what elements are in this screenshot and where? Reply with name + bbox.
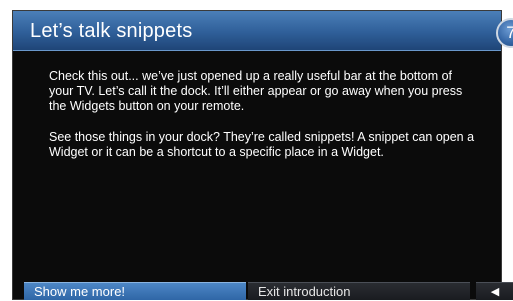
dialog-body: Check this out... we’ve just opened up a… xyxy=(49,69,479,175)
left-arrow-icon: ◀ xyxy=(490,286,500,298)
show-me-more-label: Show me more! xyxy=(34,284,126,299)
back-button[interactable]: ◀ xyxy=(476,282,513,300)
body-paragraph-2: See those things in your dock? They’re c… xyxy=(49,129,475,159)
exit-introduction-label: Exit introduction xyxy=(258,284,351,299)
dialog-title: Let’s talk snippets xyxy=(30,20,193,42)
body-paragraph-1: Check this out... we’ve just opened up a… xyxy=(49,69,463,114)
dialog-header: Let’s talk snippets xyxy=(13,11,501,51)
exit-introduction-button[interactable]: Exit introduction xyxy=(248,282,470,300)
show-me-more-button[interactable]: Show me more! xyxy=(24,282,246,300)
intro-dialog: Let’s talk snippets Check this out... we… xyxy=(12,10,502,300)
dialog-footer: Show me more! Exit introduction ◀ xyxy=(12,282,513,300)
